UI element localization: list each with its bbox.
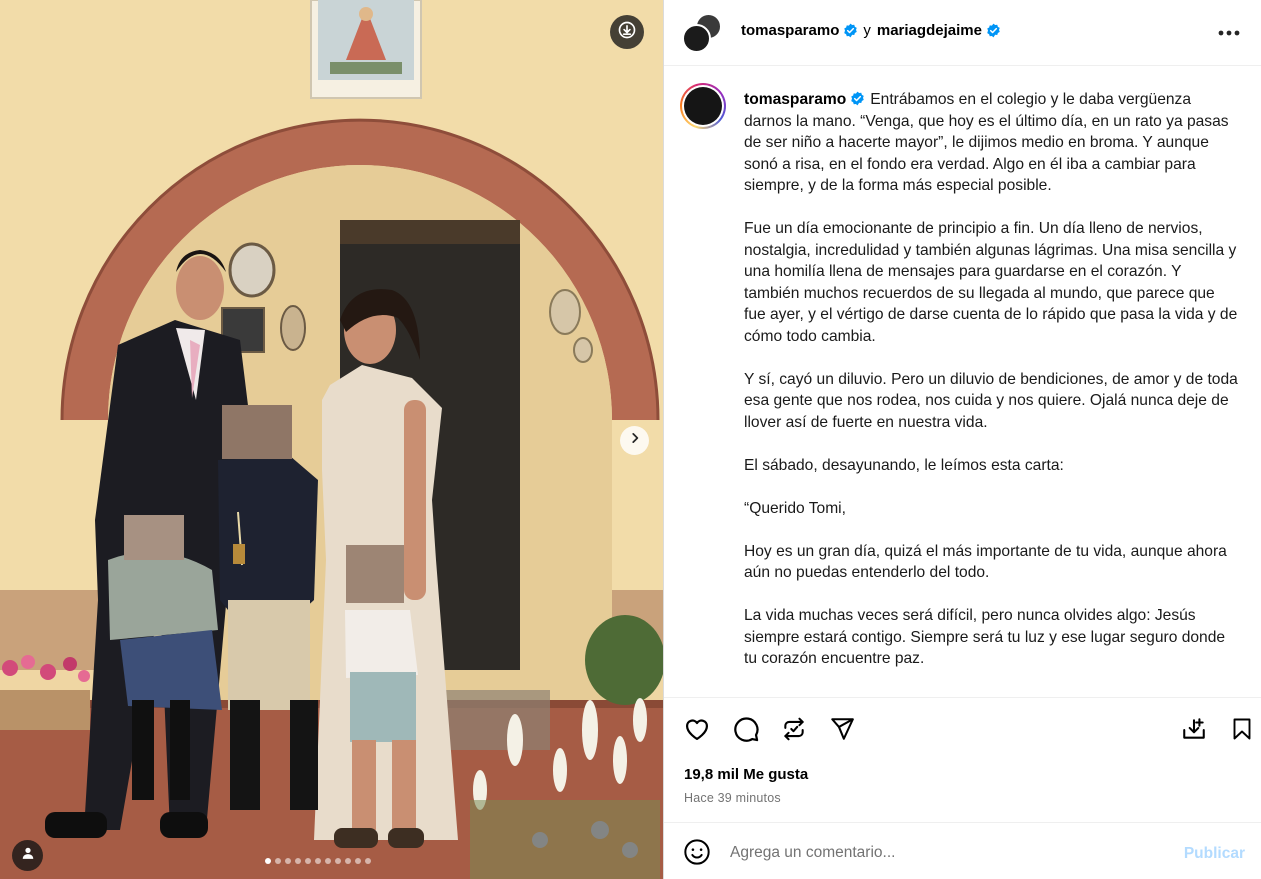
post-header: tomasparamo y mariagdejaime <box>664 0 1261 66</box>
author-names: tomasparamo y mariagdejaime <box>741 22 1001 39</box>
verified-badge-icon <box>986 23 1001 38</box>
caption-paragraph: tomasparamo Entrábamos en el colegio y le… <box>744 89 1239 197</box>
verified-badge-icon <box>850 91 865 106</box>
carousel-indicator <box>265 858 371 864</box>
author-username-link[interactable]: tomasparamo <box>741 22 839 39</box>
repost-icon <box>781 716 807 747</box>
verified-badge-icon <box>843 23 858 38</box>
repost-button[interactable] <box>779 716 809 746</box>
caption-paragraph: Fue un día emocionante de principio a fi… <box>744 220 1238 345</box>
post-photo[interactable] <box>0 0 663 879</box>
emoji-icon <box>683 838 711 871</box>
chevron-right-icon <box>628 431 642 450</box>
avatar <box>682 24 711 53</box>
post-actions: 19,8 mil Me gusta Hace 39 minutos <box>664 697 1261 822</box>
collaborator-username-link[interactable]: mariagdejaime <box>877 22 982 39</box>
share-button[interactable] <box>827 716 857 746</box>
post-panel: tomasparamo y mariagdejaime tomasparamo E… <box>663 0 1261 879</box>
comment-icon <box>732 715 760 748</box>
comment-bar: Publicar <box>664 822 1261 879</box>
bookmark-button[interactable] <box>1227 716 1257 746</box>
more-options-button[interactable] <box>1216 20 1242 44</box>
caption-paragraph: “Querido Tomi, <box>744 499 846 517</box>
caption-username-link[interactable]: tomasparamo <box>744 91 846 108</box>
bookmark-icon <box>1230 716 1254 747</box>
caption-paragraph: Hoy es un gran día, quizá el más importa… <box>744 542 1227 582</box>
save-to-collection-icon <box>1181 716 1207 747</box>
caption-paragraph: El sábado, desayunando, le leímos esta c… <box>744 456 1064 474</box>
carousel-dot <box>265 858 271 864</box>
carousel-dot <box>305 858 311 864</box>
carousel-dot <box>275 858 281 864</box>
avatar <box>684 87 722 125</box>
share-icon <box>829 716 855 747</box>
conjunction-text: y <box>863 22 871 39</box>
carousel-dot <box>335 858 341 864</box>
carousel-dot <box>295 858 301 864</box>
family-photo-illustration <box>0 0 663 879</box>
download-button[interactable] <box>610 15 644 49</box>
likes-count[interactable]: 19,8 mil Me gusta <box>684 766 808 783</box>
comment-button[interactable] <box>731 716 761 746</box>
carousel-dot <box>345 858 351 864</box>
like-button[interactable] <box>682 716 712 746</box>
caption-text: tomasparamo Entrábamos en el colegio y le… <box>744 89 1239 691</box>
carousel-dot <box>365 858 371 864</box>
more-horizontal-icon <box>1218 23 1240 41</box>
caption-avatar-story-ring[interactable] <box>680 83 726 129</box>
comment-input[interactable] <box>730 839 1170 867</box>
publish-button[interactable]: Publicar <box>1184 845 1245 863</box>
heart-icon <box>683 715 711 748</box>
caption-area: tomasparamo Entrábamos en el colegio y le… <box>664 67 1261 697</box>
tagged-users-button[interactable] <box>12 840 43 871</box>
save-to-collection-button[interactable] <box>1179 716 1209 746</box>
carousel-dot <box>285 858 291 864</box>
caption-paragraph: Y sí, cayó un diluvio. Pero un diluvio d… <box>744 370 1238 431</box>
post-timestamp[interactable]: Hace 39 minutos <box>684 791 781 805</box>
collab-avatars[interactable] <box>682 13 722 53</box>
emoji-button[interactable] <box>682 838 712 871</box>
caption-paragraph: La vida muchas veces será difícil, pero … <box>744 607 1226 667</box>
carousel-dot <box>315 858 321 864</box>
user-tag-icon <box>21 846 35 865</box>
download-icon <box>617 20 637 45</box>
carousel-dot <box>325 858 331 864</box>
carousel-dot <box>355 858 361 864</box>
next-slide-button[interactable] <box>620 426 649 455</box>
